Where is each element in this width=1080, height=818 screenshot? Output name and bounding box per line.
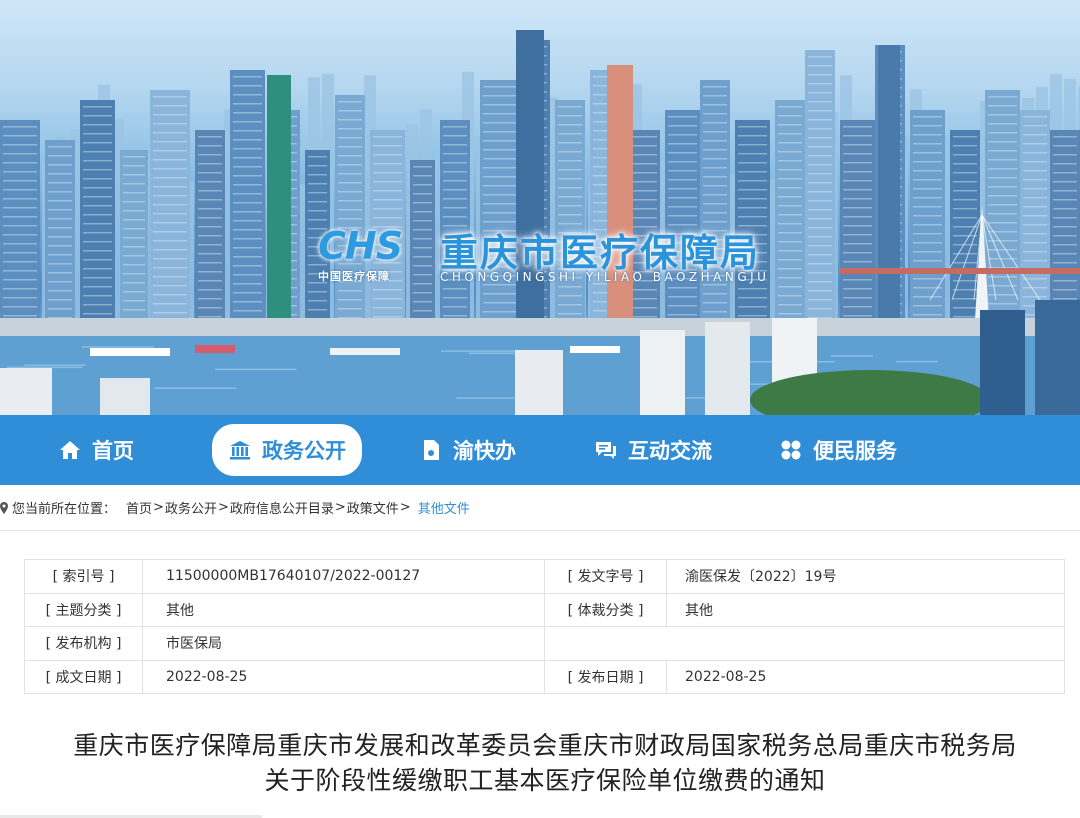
nav-label-interaction: 互动交流 <box>628 439 712 463</box>
document-number-label: [ 发文字号 ] <box>544 559 667 594</box>
nav-item-yu-kuai-ban[interactable]: 渝快办 <box>419 424 516 476</box>
breadcrumb-separator: > <box>153 500 164 515</box>
created-date-value: 2022-08-25 <box>142 659 545 694</box>
publisher-label: [ 发布机构 ] <box>24 626 143 661</box>
table-row: [ 成文日期 ] 2022-08-25 [ 发布日期 ] 2022-08-25 <box>24 659 1065 694</box>
document-info-table: [ 索引号 ] 11500000MB17640107/2022-00127 [ … <box>24 559 1065 694</box>
breadcrumb-label: 您当前所在位置： <box>12 502 117 517</box>
nav-item-interaction[interactable]: 互动交流 <box>594 424 712 476</box>
nav-label-government-affairs: 政务公开 <box>262 439 346 463</box>
breadcrumb-separator: > <box>399 500 411 515</box>
nav-label-home: 首页 <box>92 439 134 463</box>
table-row: [ 主题分类 ] 其他 [ 体裁分类 ] 其他 <box>24 592 1065 627</box>
site-subtitle: CHONGQINGSHI YILIAO BAOZHANGJU <box>440 270 770 284</box>
published-date-value: 2022-08-25 <box>666 659 1065 694</box>
nav-label-yu-kuai-ban: 渝快办 <box>453 439 516 463</box>
city-skyline-image <box>0 30 1080 415</box>
table-row: [ 索引号 ] 11500000MB17640107/2022-00127 [ … <box>24 559 1065 594</box>
index-number-value: 11500000MB17640107/2022-00127 <box>142 559 545 594</box>
header-banner: CHS 中国医疗保障 重庆市医疗保障局 CHONGQINGSHI YILIAO … <box>0 0 1080 415</box>
breadcrumb: 您当前所在位置： 首页 > 政务公开 > 政府信息公开目录 > 政策文件 > 其… <box>0 485 1080 531</box>
breadcrumb-home[interactable]: 首页 <box>126 498 152 517</box>
main-nav: 首页 政务公开 渝快办 互动交流 便民服务 <box>0 415 1080 485</box>
breadcrumb-government-affairs[interactable]: 政务公开 <box>165 498 217 517</box>
topic-category-value: 其他 <box>142 592 545 627</box>
breadcrumb-separator: > <box>334 500 346 515</box>
article-title-line-2: 关于阶段性缓缴职工基本医疗保险单位缴费的通知 <box>264 766 826 795</box>
nav-item-government-affairs[interactable]: 政务公开 <box>212 424 362 476</box>
empty-cell <box>544 626 1065 661</box>
document-icon <box>419 438 443 462</box>
breadcrumb-current[interactable]: 其他文件 <box>418 498 470 517</box>
published-date-label: [ 发布日期 ] <box>544 659 667 694</box>
nav-item-public-services[interactable]: 便民服务 <box>779 424 897 476</box>
index-number-label: [ 索引号 ] <box>24 559 143 594</box>
nav-label-public-services: 便民服务 <box>813 439 897 463</box>
topic-category-label: [ 主题分类 ] <box>24 592 143 627</box>
breadcrumb-policy-documents[interactable]: 政策文件 <box>347 498 399 517</box>
table-row: [ 发布机构 ] 市医保局 <box>24 626 1065 661</box>
grid-icon <box>779 438 803 462</box>
site-title[interactable]: 重庆市医疗保障局 <box>440 222 760 277</box>
breadcrumb-info-directory[interactable]: 政府信息公开目录 <box>230 498 334 517</box>
nav-item-home[interactable]: 首页 <box>58 424 134 476</box>
chs-logo[interactable]: CHS 中国医疗保障 <box>318 226 416 284</box>
article-title-line-1: 重庆市医疗保障局重庆市发展和改革委员会重庆市财政局国家税务总局重庆市税务局 <box>73 731 1017 760</box>
chat-icon <box>594 438 618 462</box>
genre-category-label: [ 体裁分类 ] <box>544 592 667 627</box>
article-title: 重庆市医疗保障局重庆市发展和改革委员会重庆市财政局国家税务总局重庆市税务局 关于… <box>0 728 1080 798</box>
building-icon <box>228 438 252 462</box>
created-date-label: [ 成文日期 ] <box>24 659 143 694</box>
location-pin-icon <box>0 501 8 514</box>
breadcrumb-separator: > <box>217 500 229 515</box>
document-number-value: 渝医保发〔2022〕19号 <box>666 559 1065 594</box>
logo-subtext: 中国医疗保障 <box>318 270 390 283</box>
genre-category-value: 其他 <box>666 592 1065 627</box>
home-icon <box>58 438 82 462</box>
logo-mark: CHS <box>318 224 403 268</box>
publisher-value: 市医保局 <box>142 626 545 661</box>
